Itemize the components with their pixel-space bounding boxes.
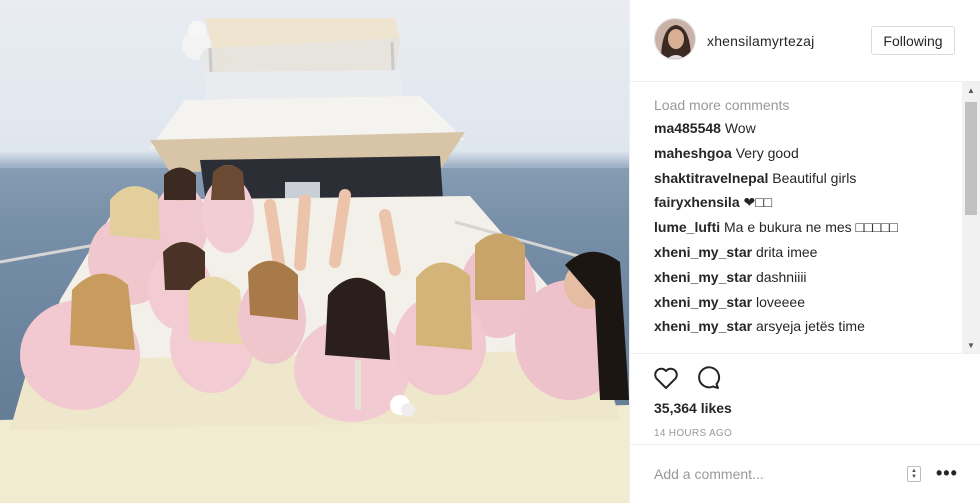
scrollbar-thumb[interactable] <box>965 102 977 215</box>
comment-text: Ma e bukura ne mes □□□□□ <box>724 219 898 236</box>
comment-text: Beautiful girls <box>772 169 857 186</box>
comment-author[interactable]: lume_lufti <box>654 219 720 235</box>
comment: fairyxhensila ❤□□ <box>654 194 962 219</box>
post-timestamp[interactable]: 14 HOURS AGO <box>654 428 732 439</box>
scroll-up-icon[interactable]: ▲ <box>962 82 980 98</box>
comment: xheni_my_star dashniiii <box>654 269 962 294</box>
more-icon[interactable]: ••• <box>936 463 958 484</box>
comment: shaktitravelnepal Beautiful girls <box>654 170 962 195</box>
comment-author[interactable]: ma485548 <box>654 120 721 136</box>
comment-bubble-icon[interactable] <box>695 364 723 392</box>
comment-author[interactable]: xheni_my_star <box>654 269 752 285</box>
comment-text: Wow <box>724 120 756 136</box>
comment-author[interactable]: maheshgoa <box>654 145 732 161</box>
post-photo[interactable] <box>0 0 629 503</box>
sort-icon[interactable]: ▲ ▼ <box>907 466 921 482</box>
likes-count[interactable]: 35,364 likes <box>654 400 732 416</box>
comment-author[interactable]: fairyxhensila <box>654 194 740 210</box>
comments-list: Load more comments ma485548 Wow maheshgo… <box>654 95 962 352</box>
add-comment-input[interactable]: Add a comment... <box>654 466 764 482</box>
avatar[interactable] <box>654 18 696 60</box>
comments-scrollbar[interactable]: ▲ ▼ <box>962 82 980 353</box>
comment-author[interactable]: shaktitravelnepal <box>654 170 768 186</box>
username[interactable]: xhensilamyrtezaj <box>707 33 814 49</box>
comment-text: dashniiii <box>755 268 807 285</box>
comment-text: loveeee <box>755 293 805 310</box>
comment: xheni_my_star arsyeja jetës time <box>654 318 962 343</box>
load-more-comments-link[interactable]: Load more comments <box>654 95 962 120</box>
comment: maheshgoa Very good <box>654 145 962 170</box>
following-button[interactable]: Following <box>871 26 955 55</box>
comment-author[interactable]: xheni_my_star <box>654 318 752 334</box>
comment: xheni_my_star loveeee <box>654 294 962 319</box>
post-header: xhensilamyrtezaj Following <box>630 0 980 82</box>
scroll-down-icon[interactable]: ▼ <box>962 337 980 353</box>
comment-text: drita imee <box>755 243 818 260</box>
post-actions: 35,364 likes 14 HOURS AGO <box>630 353 980 445</box>
comment: ma485548 Wow <box>654 120 962 145</box>
comment-author[interactable]: xheni_my_star <box>654 294 752 310</box>
post-side-panel: xhensilamyrtezaj Following Load more com… <box>629 0 980 503</box>
comment: xheni_my_star drita imee <box>654 244 962 269</box>
yacht-party-image <box>0 18 629 503</box>
comment: lume_lufti Ma e bukura ne mes □□□□□ <box>654 219 962 244</box>
comment-author[interactable]: xheni_my_star <box>654 244 752 260</box>
heart-icon[interactable] <box>652 364 680 392</box>
comment-text: Very good <box>735 144 799 161</box>
comment-text: ❤□□ <box>743 194 773 211</box>
comment-text: arsyeja jetës time <box>755 318 865 335</box>
